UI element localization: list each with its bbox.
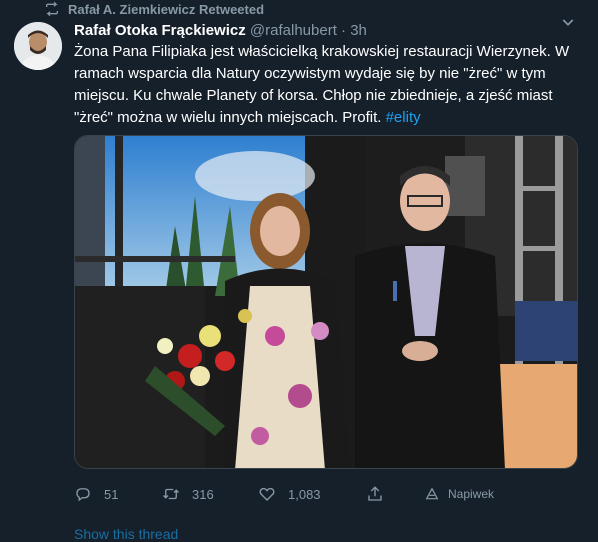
hashtag-link[interactable]: #elity	[386, 109, 421, 126]
reply-button[interactable]: 51	[74, 485, 118, 503]
tweet-header: Rafał Otoka Frąckiewicz @rafalhubert · 3…	[74, 21, 580, 41]
heart-icon	[259, 487, 275, 501]
tweet-text: Żona Pana Filipiaka jest właścicielką kr…	[74, 41, 580, 129]
tip-icon	[425, 487, 439, 500]
retweet-context-label: Rafał A. Ziemkiewicz Retweeted	[68, 1, 265, 17]
tip-button[interactable]: Napiwek	[424, 486, 494, 502]
tweet-time[interactable]: 3h	[350, 22, 367, 39]
retweet-icon	[46, 1, 58, 17]
retweet-count: 316	[192, 486, 214, 502]
share-icon	[368, 486, 382, 501]
reply-icon	[76, 488, 90, 502]
author-name[interactable]: Rafał Otoka Frąckiewicz	[74, 22, 246, 39]
photo-image	[75, 136, 577, 468]
tip-label: Napiwek	[448, 487, 495, 501]
avatar-image	[14, 22, 62, 70]
show-thread-link[interactable]: Show this thread	[74, 526, 178, 542]
author-handle[interactable]: @rafalhubert	[250, 22, 337, 39]
avatar[interactable]	[14, 22, 62, 70]
like-count: 1,083	[288, 486, 321, 502]
tweet-text-body: Żona Pana Filipiaka jest właścicielką kr…	[74, 43, 570, 126]
retweet-action-icon	[163, 488, 179, 500]
retweet-context[interactable]: Rafał A. Ziemkiewicz Retweeted	[44, 0, 264, 18]
retweet-button[interactable]: 316	[162, 485, 214, 503]
reply-count: 51	[104, 486, 119, 502]
share-button[interactable]	[366, 485, 384, 503]
tweet-body: Rafał Otoka Frąckiewicz @rafalhubert · 3…	[74, 21, 580, 129]
like-button[interactable]: 1,083	[258, 485, 321, 503]
separator-dot: ·	[341, 22, 347, 39]
tweet-photo[interactable]	[74, 135, 578, 469]
tweet-actions: 51 316 1,083 Napiwek	[74, 482, 514, 506]
